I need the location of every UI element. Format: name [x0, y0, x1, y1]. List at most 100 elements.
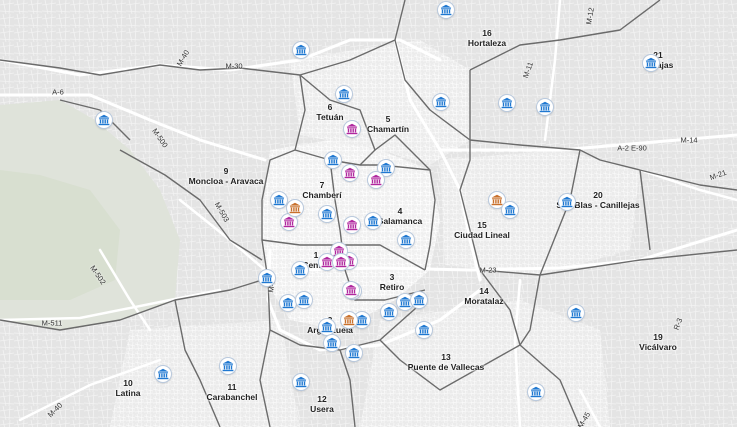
museum-marker[interactable] — [325, 152, 341, 168]
district-number: 4 — [397, 206, 403, 216]
museum-marker[interactable] — [433, 94, 449, 110]
district-name: Chamberí — [302, 190, 342, 200]
museum-marker[interactable] — [416, 322, 432, 338]
museum-marker[interactable] — [343, 282, 359, 298]
museum-icon — [561, 196, 573, 208]
museum-marker[interactable] — [381, 304, 397, 320]
museum-marker[interactable] — [333, 254, 349, 270]
road-label: M-14 — [680, 135, 698, 145]
museum-marker[interactable] — [293, 42, 309, 58]
museum-marker[interactable] — [559, 194, 575, 210]
museum-icon — [273, 194, 285, 206]
museum-marker[interactable] — [319, 206, 335, 222]
museum-marker[interactable] — [155, 366, 171, 382]
museum-marker[interactable] — [287, 200, 303, 216]
museum-icon — [282, 297, 294, 309]
district-name: Usera — [310, 404, 334, 414]
museum-icon — [346, 123, 358, 135]
district-label: 10 Latina — [115, 378, 140, 398]
district-number: 14 — [479, 286, 489, 296]
museum-marker[interactable] — [324, 335, 340, 351]
museum-marker[interactable] — [368, 172, 384, 188]
museum-marker[interactable] — [341, 312, 357, 328]
district-name: Moncloa - Aravaca — [188, 176, 264, 186]
museum-marker[interactable] — [220, 358, 236, 374]
museum-marker[interactable] — [528, 384, 544, 400]
district-label: 14 Moratalaz — [464, 286, 503, 306]
district-name: Puente de Vallecas — [407, 362, 485, 372]
district-name: Tetuán — [316, 112, 344, 122]
district-number: 10 — [123, 378, 133, 388]
museum-marker[interactable] — [280, 295, 296, 311]
museum-icon — [327, 154, 339, 166]
museum-icon — [399, 296, 411, 308]
museum-marker[interactable] — [336, 86, 352, 102]
district-label: 11 Carabanchel — [206, 382, 257, 402]
museum-marker[interactable] — [411, 292, 427, 308]
district-label: 6 Tetuán — [316, 102, 343, 122]
map-view[interactable]: M-40 M-30 A-6 M-500 M-503 M-502 M-511 M-12 M-11 M… — [0, 0, 737, 427]
district-number: 9 — [223, 166, 229, 176]
museum-marker[interactable] — [438, 2, 454, 18]
museum-icon — [98, 114, 110, 126]
district-label: 13 Puente de Vallecas — [408, 352, 485, 372]
museum-marker[interactable] — [643, 55, 659, 71]
museum-icon — [501, 97, 513, 109]
district-label: 4 Salamanca — [378, 206, 422, 226]
district-name: Salamanca — [377, 216, 423, 226]
museum-marker[interactable] — [568, 305, 584, 321]
district-number: 19 — [653, 332, 663, 342]
museum-icon — [418, 324, 430, 336]
museum-icon — [348, 347, 360, 359]
museum-marker[interactable] — [96, 112, 112, 128]
district-name: Chamartín — [366, 124, 410, 134]
museum-marker[interactable] — [537, 99, 553, 115]
museum-marker[interactable] — [342, 165, 358, 181]
museum-icon — [370, 174, 382, 186]
district-label: 7 Chamberí — [302, 180, 341, 200]
museum-icon — [283, 216, 295, 228]
museum-icon — [345, 284, 357, 296]
museum-icon — [298, 294, 310, 306]
district-name: Vicálvaro — [639, 342, 677, 352]
museum-icon — [440, 4, 452, 16]
museum-marker[interactable] — [346, 345, 362, 361]
museum-icon — [295, 376, 307, 388]
district-number: 15 — [477, 220, 487, 230]
museum-icon — [400, 234, 412, 246]
museum-marker[interactable] — [271, 192, 287, 208]
museum-icon — [346, 219, 358, 231]
museum-icon — [435, 96, 447, 108]
museum-icon — [530, 386, 542, 398]
museum-marker[interactable] — [398, 232, 414, 248]
museum-marker[interactable] — [344, 217, 360, 233]
museum-marker[interactable] — [499, 95, 515, 111]
museum-icon — [261, 272, 273, 284]
museum-marker[interactable] — [502, 202, 518, 218]
district-number: 13 — [441, 352, 451, 362]
district-name: Carabanchel — [206, 392, 258, 402]
museum-icon — [295, 44, 307, 56]
museum-marker[interactable] — [319, 319, 335, 335]
museum-marker[interactable] — [281, 214, 297, 230]
district-number: 7 — [319, 180, 325, 190]
museum-icon — [338, 88, 350, 100]
museum-marker[interactable] — [259, 270, 275, 286]
museum-icon — [289, 202, 301, 214]
district-number: 12 — [317, 394, 327, 404]
museum-marker[interactable] — [292, 262, 308, 278]
museum-marker[interactable] — [344, 121, 360, 137]
museum-icon — [356, 314, 368, 326]
museum-icon — [413, 294, 425, 306]
museum-icon — [321, 256, 333, 268]
museum-icon — [380, 162, 392, 174]
museum-marker[interactable] — [365, 213, 381, 229]
district-name: Retiro — [379, 282, 405, 292]
museum-marker[interactable] — [296, 292, 312, 308]
museum-icon — [294, 264, 306, 276]
museum-icon — [321, 321, 333, 333]
museum-marker[interactable] — [293, 374, 309, 390]
museum-icon — [344, 167, 356, 179]
district-label: 12 Usera — [310, 394, 334, 414]
district-name: Latina — [115, 388, 141, 398]
